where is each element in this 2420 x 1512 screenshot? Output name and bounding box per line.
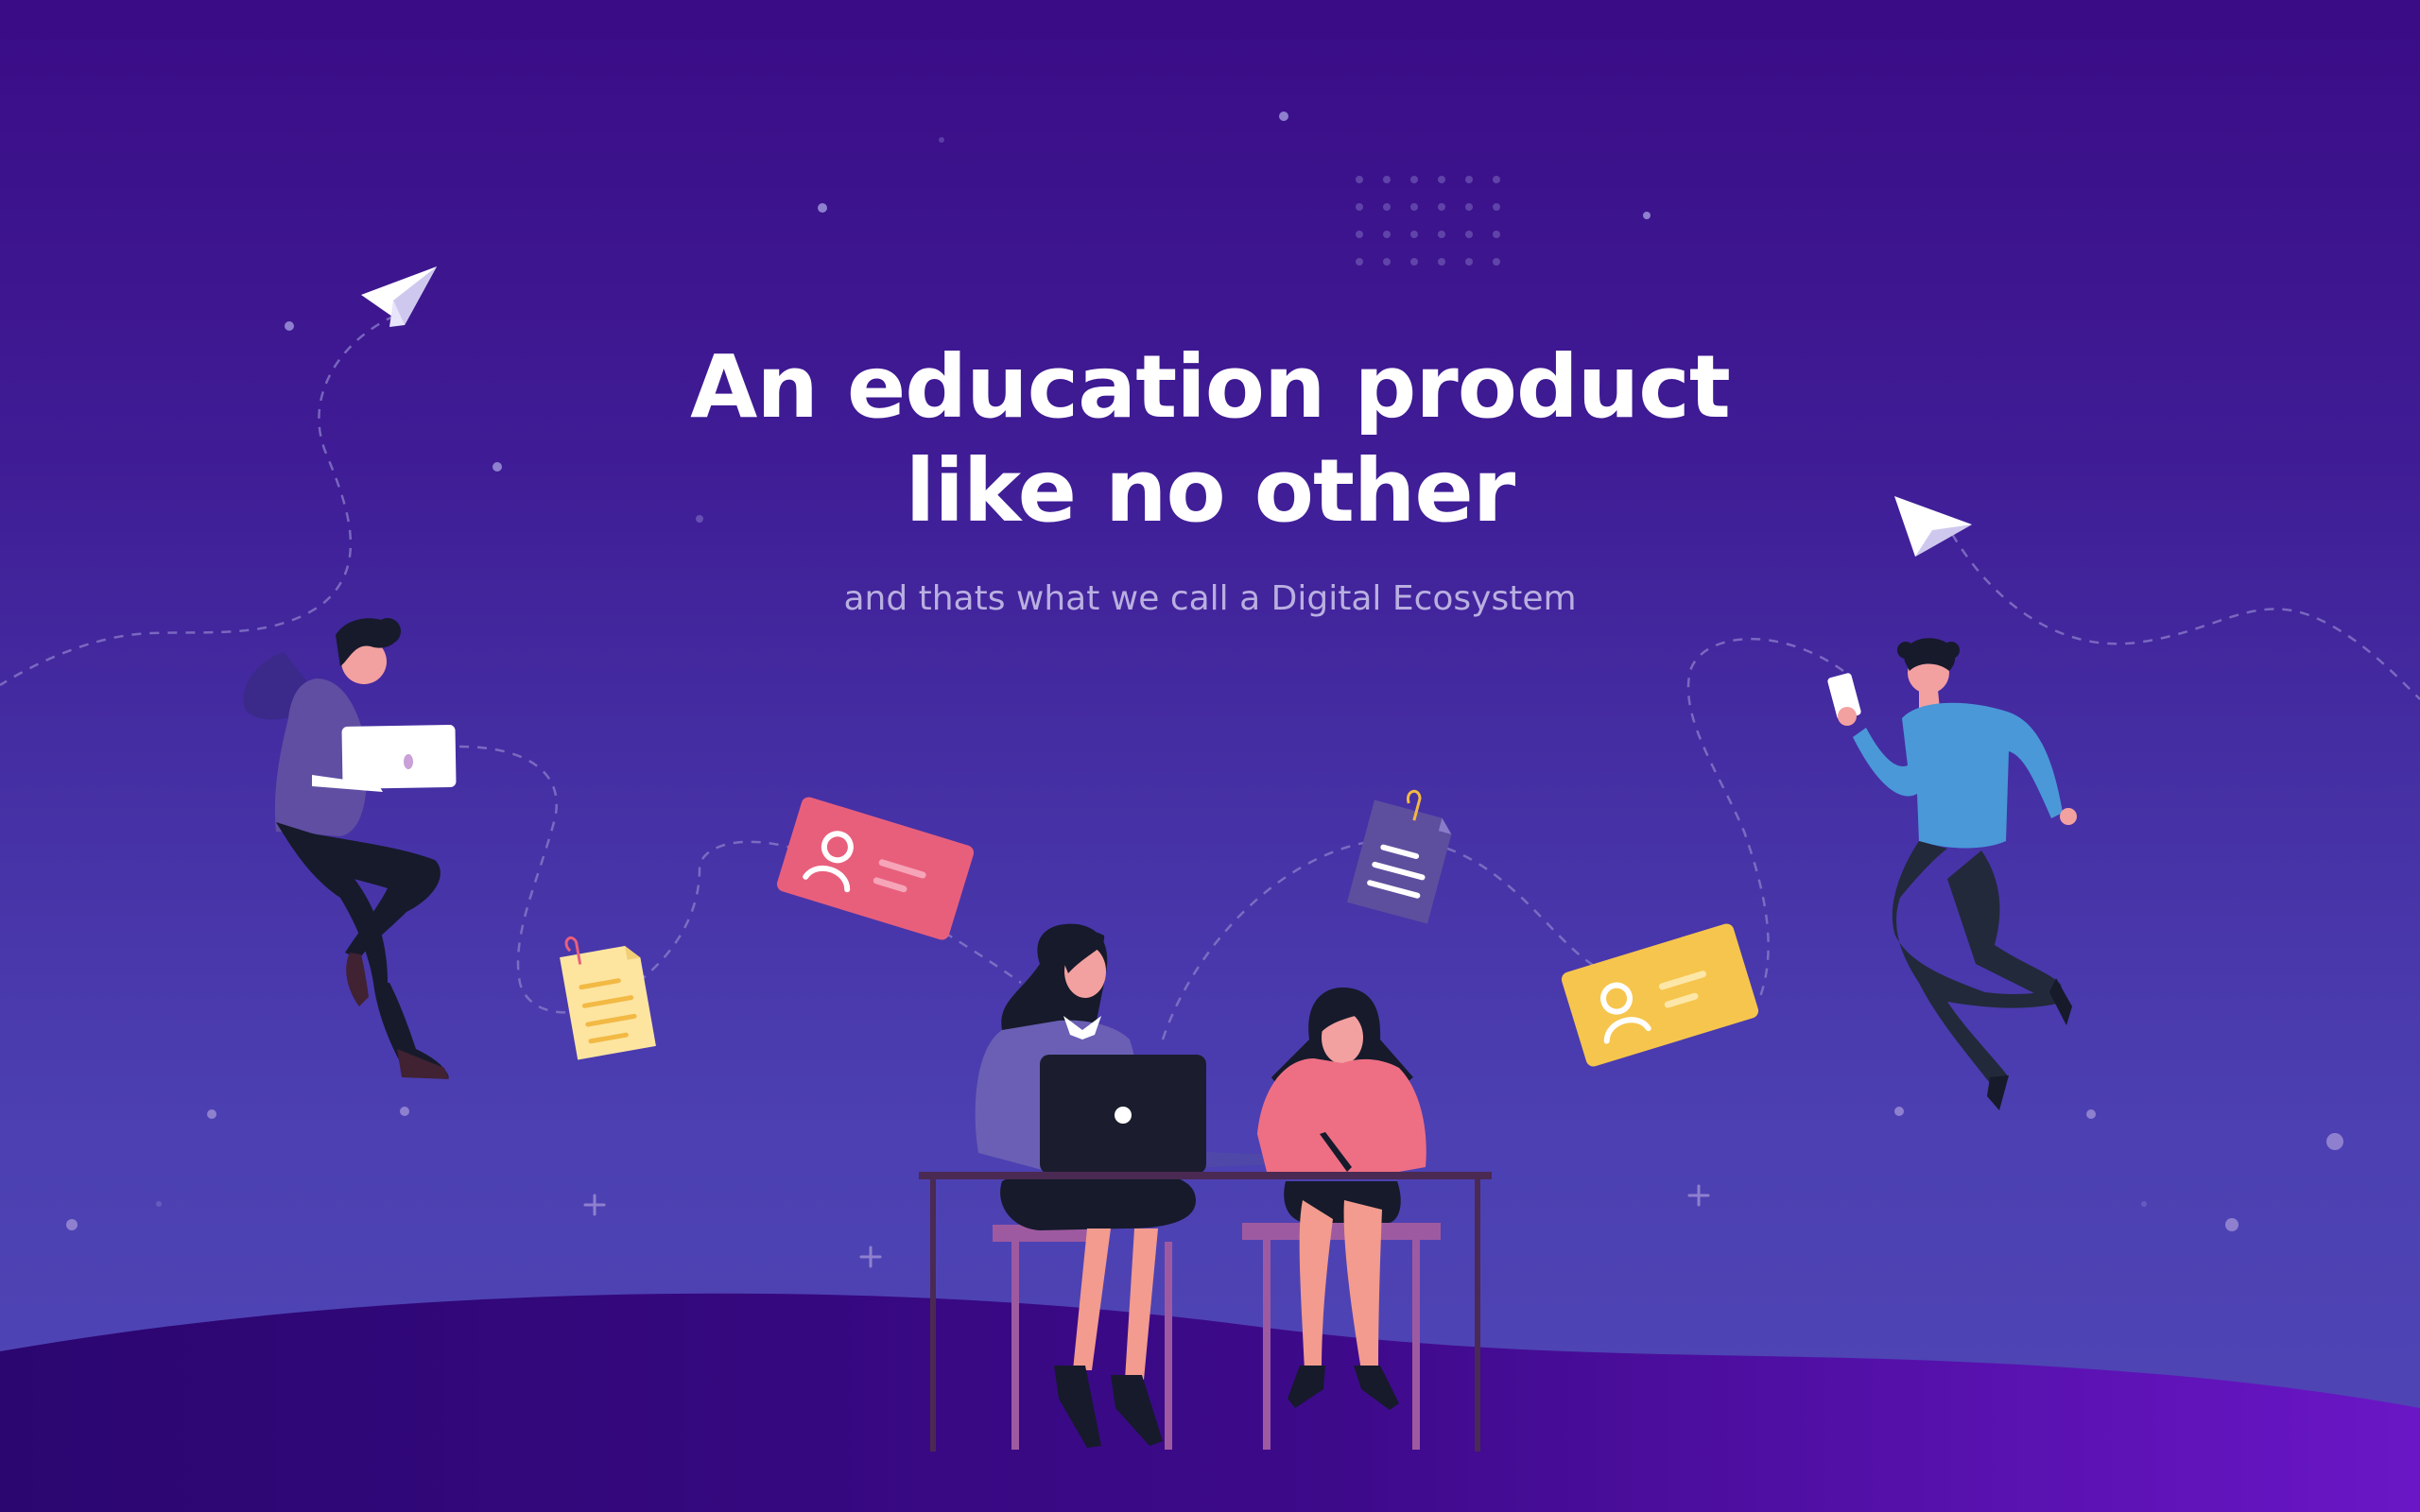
dot-grid [1356, 176, 1500, 266]
document-icon [560, 936, 656, 1060]
ground-hill [0, 1293, 2420, 1512]
hero-title-line-2: like no other [905, 440, 1515, 541]
background-illustration [0, 112, 2420, 1512]
hero-subtitle: and thats what we call a Digital Ecosyst… [843, 579, 1577, 618]
hero-section: An education product like no other and t… [0, 0, 2420, 1512]
hero-title: An education product like no other [0, 335, 2420, 543]
woman-with-laptop-illustration [243, 618, 457, 1079]
user-card-icon [1561, 923, 1759, 1067]
paper-plane-icon [361, 266, 437, 327]
man-with-phone-illustration [1827, 638, 2077, 1110]
user-card-icon [776, 797, 975, 940]
document-icon [1347, 789, 1452, 924]
hero-title-line-1: An education product [690, 336, 1731, 438]
